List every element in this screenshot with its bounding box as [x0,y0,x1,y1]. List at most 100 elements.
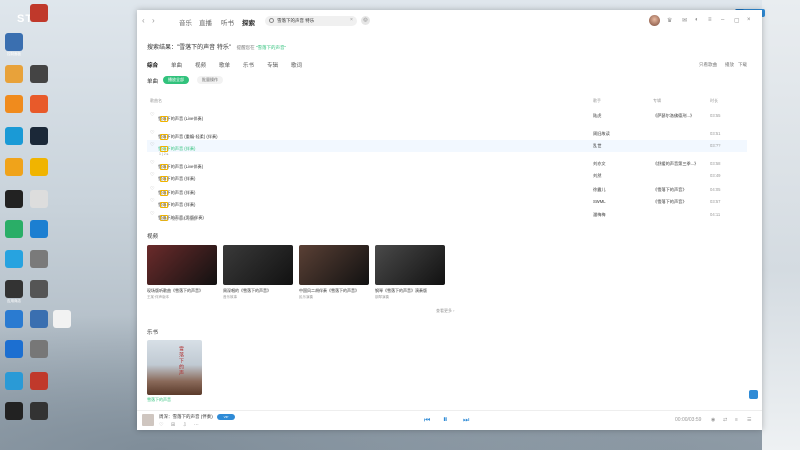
tab-albums[interactable]: 专辑 [267,61,278,69]
heart-icon[interactable]: ♡ [150,198,154,204]
voice-search-icon[interactable]: ◎ [361,16,370,25]
skin-icon[interactable]: ◐ [695,17,699,23]
shortcut-icon-10[interactable] [30,158,48,176]
next-icon[interactable]: ⏭ [463,417,469,425]
search-input[interactable]: 雪落下的声音 特乐 [265,16,357,26]
video-title[interactable]: 钢琴《雪落下的声音》演奏版 [375,288,427,294]
shortcut-icon-14[interactable] [30,220,48,238]
shortcut-icon-26[interactable] [5,402,23,420]
heart-icon[interactable]: ♡ [150,160,154,166]
heart-icon[interactable]: ♡ [150,130,154,136]
mail-icon[interactable]: ✉ [682,17,687,24]
shortcut-icon-19[interactable] [5,310,23,328]
pause-icon[interactable]: ⏸ [443,414,448,425]
filter-songs-link[interactable]: 只看歌曲 [699,62,717,68]
more-versions-link[interactable]: 1 正义 / 更多版本可播放 [159,217,196,222]
table-row[interactable]: ♡ 雪落下的声音 (Live伴奏) SQ 陆虎 《萨瑟尔洛佛德刑...》 03:55 [147,110,747,122]
download-link[interactable]: 下载 [738,62,747,68]
video-title[interactable]: 周深唱的《雪落下的声音》 [223,288,271,294]
shortcut-icon-16[interactable] [30,250,48,268]
video-thumbnail[interactable] [375,245,445,285]
tab-lyrics[interactable]: 歌词 [291,61,302,69]
song-album[interactable]: 《舒缓的声音第三季...》 [653,161,698,167]
volume-icon[interactable]: ◉ [711,417,715,423]
album-name[interactable]: 雪落下的声音 [147,397,171,403]
song-singer[interactable]: 乱世 [593,143,601,149]
heart-icon[interactable]: ♡ [150,186,154,192]
vip-icon[interactable]: ♛ [667,17,672,24]
shortcut-icon-5[interactable] [5,95,23,113]
heart-icon[interactable]: ♡ [150,172,154,178]
kugou-icon[interactable] [5,340,23,358]
table-row[interactable]: ♡ 雪落下的声音 (男版伴奏) SQ 潘梅梅 04:11 [147,209,747,221]
scroll-top-button[interactable] [749,390,758,399]
now-playing-title[interactable]: 周深：雪落下的声音 (伴奏) [159,414,213,420]
shortcut-icon-25[interactable] [30,372,48,390]
shortcut-icon-20[interactable] [30,310,48,328]
song-singer[interactable]: 刘然 [593,173,601,179]
shortcut-icon-4[interactable] [30,65,48,83]
song-singer[interactable]: 周旧故读 [593,131,610,137]
shortcut-icon-18[interactable] [30,280,48,298]
now-playing-actions[interactable]: ♡ ⊞ ⇩ ⋯ [159,422,202,428]
wechat-icon[interactable] [5,220,23,238]
shortcut-icon-24[interactable] [5,372,23,390]
menu-icon[interactable]: ≡ [708,17,712,23]
playlist-icon[interactable]: ☰ [747,417,751,423]
table-row[interactable]: ♡ 雪落下的声音 (伴奏) SQ 刘然 03:49 [147,170,747,182]
more-videos-link[interactable]: 查看更多 › [436,308,454,314]
song-album[interactable]: 《雪落下的声音》 [653,187,687,193]
table-row[interactable]: ♡ 雪落下的声音 (伴奏) SQ SWML 《雪落下的声音》 03:57 [147,196,747,208]
tab-audiobook[interactable]: 听书 [221,17,234,27]
tab-music[interactable]: 音乐 [179,17,192,27]
video-thumbnail[interactable] [147,245,217,285]
shortcut-icon-9[interactable] [5,158,23,176]
maximize-icon[interactable]: ▢ [734,17,740,24]
song-album[interactable]: 《雪落下的声音》 [653,199,687,205]
song-album[interactable]: 《萨瑟尔洛佛德刑...》 [653,113,694,119]
tab-songs[interactable]: 单曲 [171,61,182,69]
clear-icon[interactable]: × [350,17,353,23]
shortcut-icon-17[interactable]: 应用商店 [5,280,23,303]
document-icon[interactable] [53,310,71,328]
edge-icon[interactable] [5,127,23,145]
shortcut-icon-6[interactable] [30,95,48,113]
tab-playlists[interactable]: 歌单 [219,61,230,69]
heart-icon[interactable]: ♡ [150,142,154,148]
tab-all[interactable]: 综合 [147,61,158,69]
result-hint-link[interactable]: "雪落下的声音" [256,45,286,50]
lyrics-icon[interactable]: ≡ [735,417,738,423]
table-row[interactable]: ♡ 雪落下的声音 (Live伴奏) SQ 刘亦文 《舒缓的声音第三季...》 03:58 [147,158,747,170]
video-thumbnail[interactable] [299,245,369,285]
table-row[interactable]: ♡ 雪落下的声音 (重编·轻柔) (伴奏) SQ 周旧故读 03:51 [147,128,747,140]
video-title[interactable]: 现场版听歌曲《雪落下的声音》 [147,288,203,294]
play-store-icon[interactable] [5,250,23,268]
album-cover[interactable]: 雪落下的声 [147,340,202,395]
video-title[interactable]: 中国风二胡伴奏《雪落下的声音》 [299,288,359,294]
tab-videos[interactable]: 视频 [195,61,206,69]
heart-icon[interactable]: ♡ [150,211,154,217]
batch-button[interactable]: 批量操作 [197,76,223,84]
shortcut-icon-27[interactable] [30,402,48,420]
tab-explore[interactable]: 探索 [242,17,255,27]
play-mode-icon[interactable]: ⇄ [723,417,727,423]
song-singer[interactable]: 刘亦文 [593,161,606,167]
song-singer[interactable]: 陆虎 [593,113,601,119]
prev-icon[interactable]: ⏮ [424,417,430,425]
song-singer[interactable]: 潘梅梅 [593,212,606,218]
song-singer[interactable]: SWML [593,199,606,204]
tab-books[interactable]: 乐书 [243,61,254,69]
pen-icon[interactable] [30,190,48,208]
shortcut-icon-1[interactable] [30,4,48,22]
back-arrow-icon[interactable]: ‹ [142,16,145,25]
qq-icon[interactable] [5,190,23,208]
play-link[interactable]: 播放 [725,62,734,68]
close-icon[interactable]: × [747,17,751,23]
song-singer[interactable]: 徐露儿 [593,187,606,193]
play-all-button[interactable]: 播放全部 [163,76,189,84]
shortcut-icon-2[interactable]: 控制面板 [5,33,23,56]
forward-arrow-icon[interactable]: › [152,16,155,25]
table-row[interactable]: ♡ 雪落下的声音 (伴奏) SQ 乱世 03:?? [147,140,747,152]
shortcut-icon-23[interactable] [30,340,48,358]
minimize-icon[interactable]: – [721,17,724,23]
